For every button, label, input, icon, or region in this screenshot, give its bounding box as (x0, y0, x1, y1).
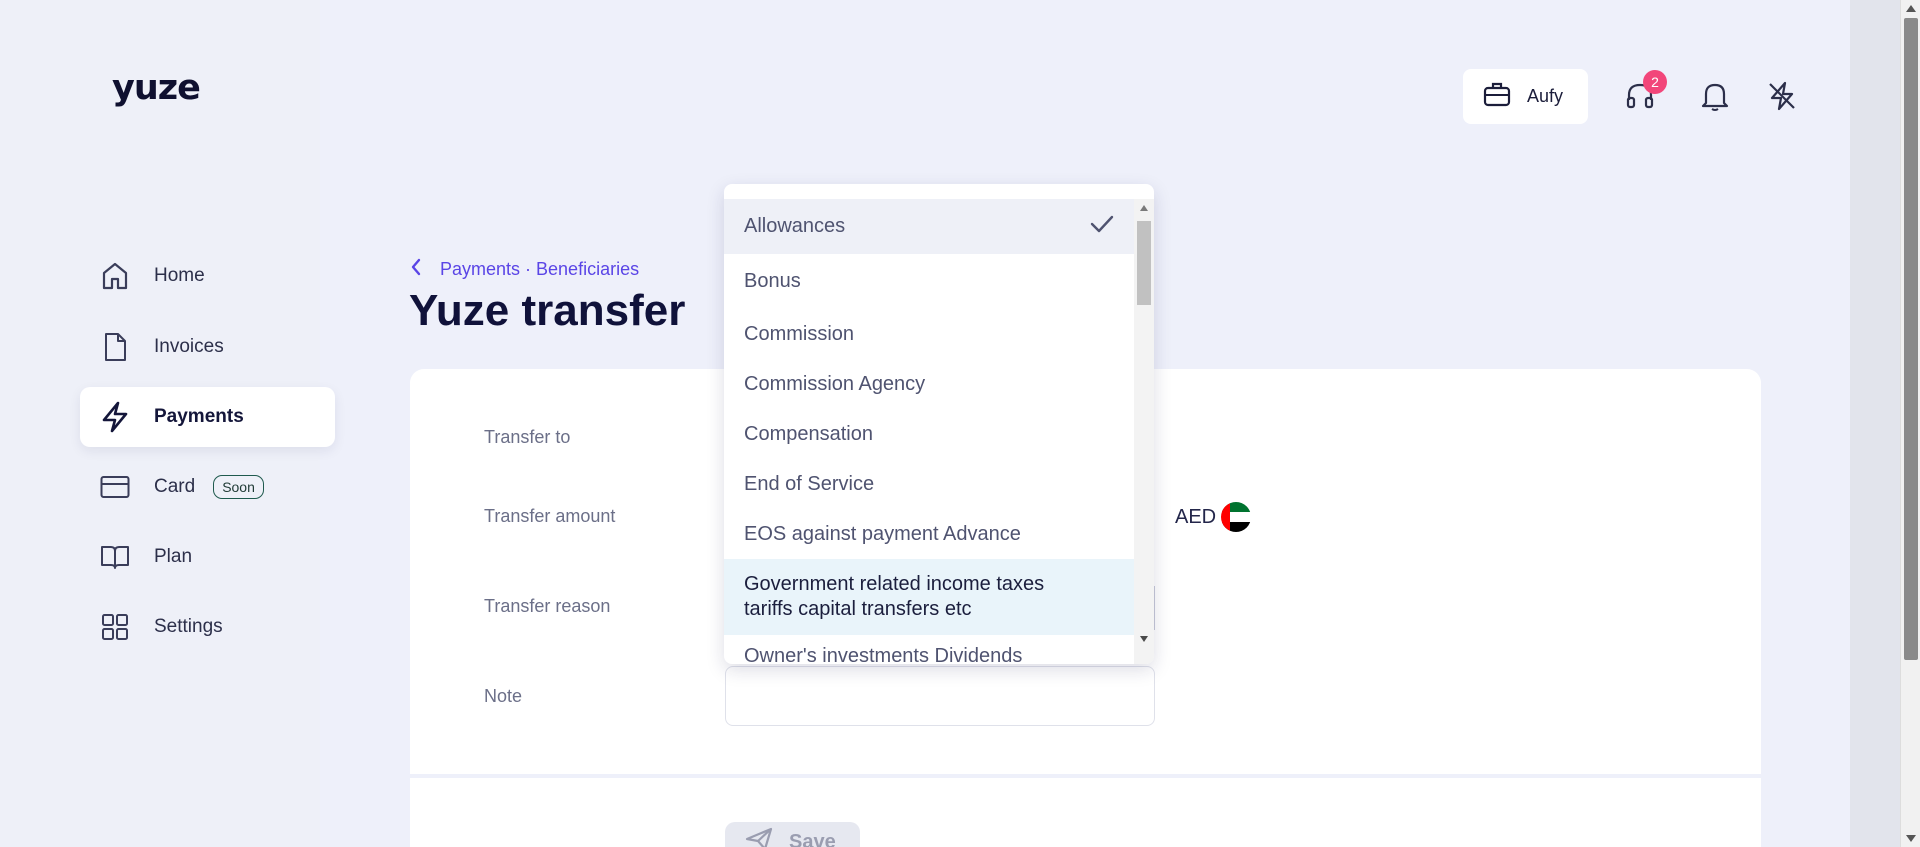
soon-badge: Soon (213, 475, 264, 499)
send-icon (745, 827, 773, 847)
transfer-reason-dropdown[interactable]: Allowances Bonus Commission Commission A… (724, 184, 1154, 664)
account-name: Aufy (1527, 86, 1564, 106)
option-label: Compensation (744, 422, 873, 445)
sidebar-item-label: Plan (154, 546, 193, 567)
uae-flag-icon (1221, 502, 1251, 532)
sidebar-item-label: Home (154, 265, 205, 286)
dropdown-scrollbar-thumb[interactable] (1137, 221, 1151, 305)
scrollbar-thumb[interactable] (1904, 18, 1918, 660)
actions-card (410, 778, 1761, 847)
dropdown-option-commission[interactable]: Commission (724, 309, 1134, 359)
document-icon (100, 332, 130, 362)
lightning-off-icon[interactable] (1764, 76, 1800, 116)
sidebar-item-plan[interactable]: Plan (80, 527, 335, 587)
dropdown-option-bonus[interactable]: Bonus (724, 254, 1134, 309)
save-label: Save (789, 830, 836, 847)
sidebar-item-label: Payments (154, 406, 244, 427)
home-icon (100, 261, 130, 291)
logo[interactable]: yuze (112, 68, 201, 108)
breadcrumb-text[interactable]: Payments · Beneficiaries (440, 259, 639, 280)
option-label: Commission (744, 322, 855, 345)
note-input[interactable] (725, 666, 1155, 726)
transfer-amount-label: Transfer amount (484, 506, 616, 526)
chevron-left-icon[interactable] (410, 258, 422, 281)
option-label: Government related income taxes tariffs … (744, 573, 1045, 620)
sidebar-item-label: Settings (154, 616, 223, 637)
dropdown-option-commission-agency[interactable]: Commission Agency (724, 359, 1134, 409)
currency-code: AED (1175, 506, 1217, 528)
sidebar-item-label: Invoices (154, 336, 224, 357)
briefcase-icon (1483, 81, 1511, 112)
scroll-down-arrow-icon[interactable] (1140, 636, 1148, 642)
transfer-reason-label: Transfer reason (484, 596, 611, 616)
option-label: End of Service (744, 472, 875, 495)
dropdown-option-allowances[interactable]: Allowances (724, 199, 1134, 254)
sidebar-item-settings[interactable]: Settings (80, 597, 335, 657)
dropdown-option-end-of-service[interactable]: End of Service (724, 459, 1134, 509)
dropdown-option-compensation[interactable]: Compensation (724, 409, 1134, 459)
dropdown-options: Allowances Bonus Commission Commission A… (724, 199, 1134, 664)
book-icon (100, 542, 130, 572)
check-icon (1090, 214, 1114, 240)
scroll-up-arrow-icon[interactable] (1140, 205, 1148, 211)
support-badge: 2 (1643, 70, 1667, 94)
option-label: Bonus (744, 270, 801, 292)
scroll-up-arrow-icon[interactable] (1906, 5, 1916, 12)
card-icon (100, 472, 130, 502)
dropdown-scrollbar[interactable] (1134, 199, 1154, 664)
transfer-to-label: Transfer to (484, 427, 571, 447)
save-button[interactable]: Save (725, 822, 860, 847)
option-label: EOS against payment Advance (744, 522, 1021, 545)
sidebar-item-label: Card (154, 476, 196, 497)
sidebar-item-home[interactable]: Home (80, 246, 335, 306)
dropdown-option-eos-advance[interactable]: EOS against payment Advance (724, 509, 1134, 559)
dropdown-option-government-taxes[interactable]: Government related income taxes tariffs … (724, 559, 1134, 635)
sidebar-item-payments[interactable]: Payments (80, 387, 335, 447)
option-label: Commission Agency (744, 372, 926, 395)
scroll-down-arrow-icon[interactable] (1906, 835, 1916, 842)
option-label: Owner's investments Dividends (744, 645, 1023, 664)
sidebar-item-card[interactable]: Card Soon (80, 457, 335, 517)
right-gutter (1850, 0, 1900, 847)
page-title: Yuze transfer (409, 286, 686, 335)
note-label: Note (484, 686, 523, 706)
bell-icon[interactable] (1697, 76, 1733, 116)
sidebar-item-invoices[interactable]: Invoices (80, 317, 335, 377)
grid-icon (100, 612, 130, 642)
breadcrumb[interactable]: Payments · Beneficiaries (410, 258, 639, 281)
page-scrollbar[interactable] (1900, 0, 1920, 847)
lightning-icon (100, 401, 130, 433)
account-switcher[interactable]: Aufy (1463, 69, 1588, 124)
option-label: Allowances (744, 215, 846, 237)
dropdown-option-owners-investments[interactable]: Owner's investments Dividends (724, 635, 1134, 664)
